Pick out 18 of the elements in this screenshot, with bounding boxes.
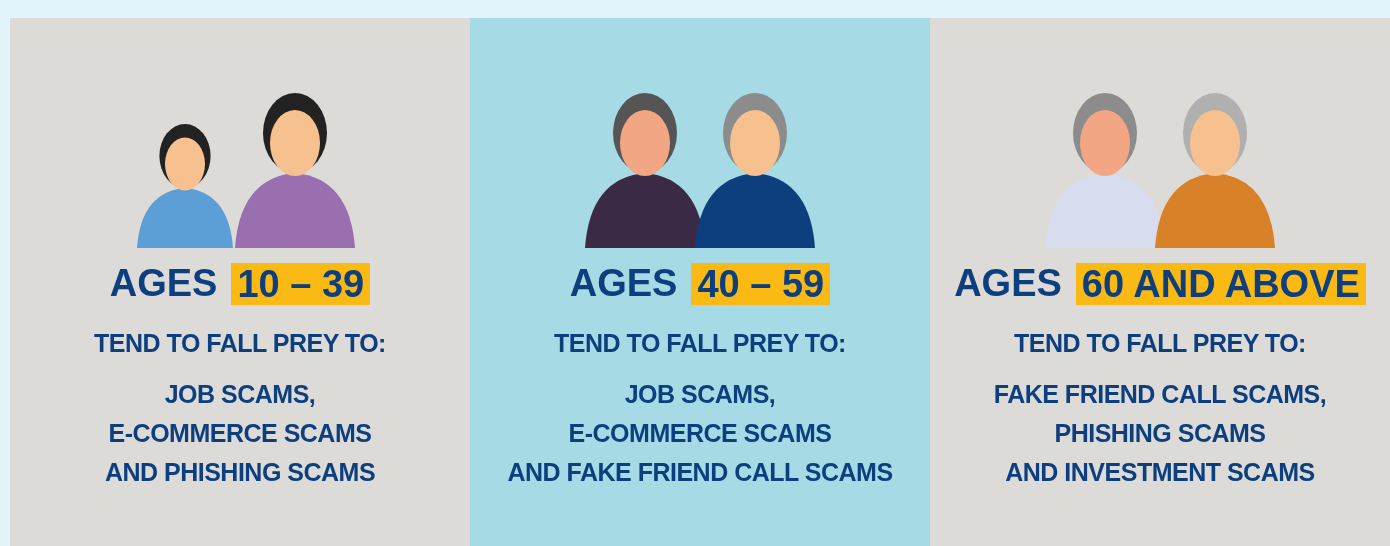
scam-line: AND INVESTMENT SCAMS (1005, 458, 1315, 487)
scam-line: PHISHING SCAMS (1054, 419, 1266, 448)
subtitle: TEND TO FALL PREY TO: (1014, 329, 1306, 358)
scam-line: FAKE FRIEND CALL SCAMS, (993, 380, 1327, 409)
scam-line: E-COMMERCE SCAMS (108, 419, 372, 448)
age-range: 10 – 39 (231, 262, 371, 305)
scam-line: JOB SCAMS, (624, 380, 776, 409)
ages-label: AGES (569, 262, 678, 305)
scam-line: JOB SCAMS, (164, 380, 316, 409)
subtitle: TEND TO FALL PREY TO: (94, 329, 386, 358)
scam-line: AND FAKE FRIEND CALL SCAMS (507, 458, 893, 487)
age-range: 40 – 59 (691, 262, 831, 305)
scam-line: E-COMMERCE SCAMS (568, 419, 832, 448)
ages-label: AGES (109, 262, 218, 305)
scam-line: AND PHISHING SCAMS (104, 458, 376, 487)
subtitle: TEND TO FALL PREY TO: (554, 329, 846, 358)
age-range: 60 AND ABOVE (1075, 262, 1366, 305)
ages-label: AGES (954, 262, 1062, 305)
